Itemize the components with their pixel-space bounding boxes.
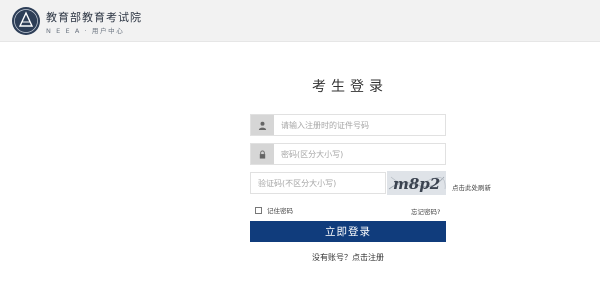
header-bar: 教育部教育考试院 N E E A · 用户中心 <box>0 0 600 42</box>
username-field <box>250 114 446 136</box>
page: 教育部教育考试院 N E E A · 用户中心 考生登录 m8p2 <box>0 0 600 303</box>
register-link[interactable]: 没有账号？点击注册 <box>250 252 446 263</box>
remember-label: 记住密码 <box>267 207 293 215</box>
username-input[interactable] <box>281 115 441 135</box>
captcha-input[interactable] <box>258 173 383 193</box>
password-field <box>250 143 446 165</box>
site-subtitle: N E E A · 用户中心 <box>46 27 125 35</box>
remember-checkbox[interactable] <box>255 206 262 214</box>
login-button[interactable]: 立即登录 <box>250 221 446 242</box>
site-title: 教育部教育考试院 <box>46 11 142 24</box>
user-icon <box>251 115 274 135</box>
refresh-captcha-link[interactable]: 点击此处刷新 <box>452 182 491 192</box>
captcha-field <box>250 172 386 194</box>
forgot-password-link[interactable]: 忘记密码? <box>411 206 440 216</box>
neea-logo-icon <box>12 7 40 35</box>
captcha-text: m8p2 <box>393 175 440 193</box>
login-title: 考生登录 <box>312 79 388 95</box>
remember-password[interactable]: 记住密码 <box>255 205 293 215</box>
lock-icon <box>251 144 274 164</box>
password-input[interactable] <box>281 144 441 164</box>
captcha-image[interactable]: m8p2 <box>387 171 446 195</box>
